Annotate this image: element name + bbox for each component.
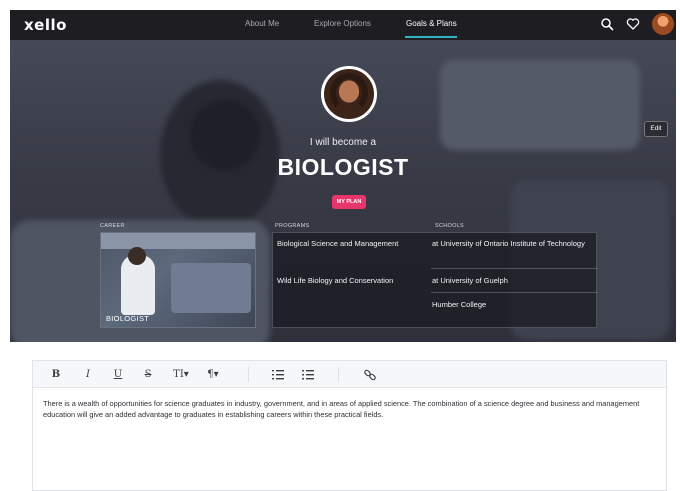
school-name[interactable]: at University of Ontario Institute of Te…	[432, 238, 592, 249]
strikethrough-button[interactable]: S	[141, 367, 155, 382]
italic-button[interactable]: I	[81, 367, 95, 382]
career-card-scientist-head	[128, 247, 146, 265]
school-name[interactable]: Humber College	[432, 299, 592, 310]
paragraph-dropdown[interactable]: ¶▾	[203, 367, 223, 382]
hero-subtitle: I will become a	[309, 137, 377, 148]
nav-about-me[interactable]: About Me	[245, 19, 279, 28]
nav-goals-plans[interactable]: Goals & Plans	[406, 19, 457, 28]
row-divider	[431, 292, 597, 293]
career-section-label: CAREER	[100, 223, 125, 229]
bold-button[interactable]: B	[49, 367, 63, 382]
bullet-list-icon[interactable]	[301, 367, 315, 382]
nav-explore-options[interactable]: Explore Options	[314, 19, 371, 28]
search-icon[interactable]	[600, 17, 614, 31]
edit-button[interactable]: Edit	[644, 121, 668, 137]
ordered-list-icon[interactable]	[271, 367, 285, 382]
text-size-dropdown[interactable]: TI▾	[169, 367, 193, 382]
profile-photo	[321, 66, 377, 122]
editor-content[interactable]: There is a wealth of opportunities for s…	[43, 398, 658, 420]
app-frame: xello About Me Explore Options Goals & P…	[10, 10, 676, 491]
schools-section-label: SCHOOLS	[435, 223, 464, 229]
program-name[interactable]: Biological Science and Management	[277, 238, 427, 249]
xello-logo[interactable]: xello	[24, 16, 67, 34]
school-name[interactable]: at University of Guelph	[432, 275, 592, 286]
career-card-lights	[101, 233, 255, 249]
career-title: BIOLOGIST	[277, 154, 409, 180]
toolbar-separator	[338, 367, 339, 382]
user-avatar[interactable]	[652, 13, 674, 35]
top-nav: xello About Me Explore Options Goals & P…	[10, 10, 676, 40]
career-card-label: BIOLOGIST	[106, 314, 150, 323]
active-tab-indicator	[405, 36, 457, 38]
programs-section-label: PROGRAMS	[275, 223, 310, 229]
my-plan-badge: MY PLAN	[332, 195, 366, 209]
career-hero: I will become a BIOLOGIST MY PLAN Edit C…	[10, 40, 676, 342]
heart-icon[interactable]	[626, 17, 640, 31]
career-card[interactable]: BIOLOGIST	[100, 232, 256, 328]
editor-toolbar: B I U S TI▾ ¶▾	[33, 361, 666, 388]
toolbar-separator	[248, 367, 249, 382]
career-card-equipment	[171, 263, 251, 313]
link-icon[interactable]	[363, 367, 377, 382]
program-name[interactable]: Wild Life Biology and Conservation	[277, 275, 427, 286]
row-divider	[431, 268, 597, 269]
notes-editor[interactable]: B I U S TI▾ ¶▾ There is a wealth of oppo…	[32, 360, 667, 491]
programs-schools-list: Biological Science and Management at Uni…	[272, 232, 597, 328]
underline-button[interactable]: U	[111, 367, 125, 382]
